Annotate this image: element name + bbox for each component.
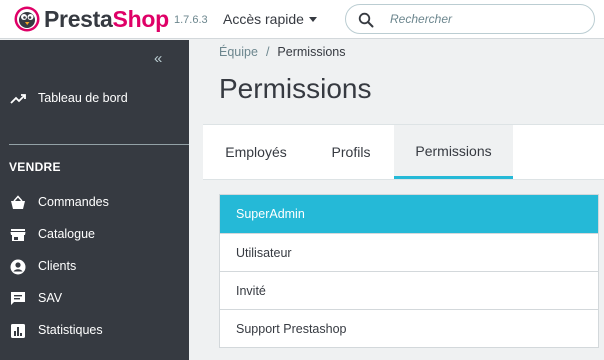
sidebar-item-statistics[interactable]: Statistiques	[0, 320, 189, 342]
breadcrumb-parent-link[interactable]: Équipe	[219, 45, 258, 59]
sidebar-item-customer-service[interactable]: SAV	[0, 288, 189, 310]
sidebar-item-dashboard[interactable]: Tableau de bord	[0, 88, 189, 110]
sidebar-section-title: VENDRE	[9, 160, 61, 174]
tab-label: Profils	[331, 144, 371, 160]
brand-name[interactable]: PrestaShop	[44, 6, 169, 32]
list-item[interactable]: SuperAdmin	[220, 195, 598, 233]
sidebar: « Tableau de bord VENDRE Commandes Catal…	[0, 40, 189, 360]
top-header: PrestaShop 1.7.6.3 Accès rapide	[0, 0, 604, 39]
tab-label: Employés	[225, 144, 287, 160]
sidebar-item-customers[interactable]: Clients	[0, 256, 189, 278]
prestashop-logo-icon[interactable]	[14, 6, 40, 32]
quick-access-label: Accès rapide	[223, 11, 304, 27]
list-item[interactable]: Utilisateur	[220, 233, 598, 271]
list-item[interactable]: Support Prestashop	[220, 309, 598, 347]
version-label: 1.7.6.3	[174, 14, 208, 26]
sidebar-item-label: Clients	[38, 259, 77, 273]
quick-access-dropdown[interactable]: Accès rapide	[223, 11, 317, 27]
content-gutter	[189, 40, 203, 360]
chat-icon	[11, 292, 25, 305]
search-icon[interactable]	[358, 12, 374, 28]
collapse-sidebar-icon[interactable]: «	[154, 51, 162, 66]
chevron-down-icon	[308, 17, 317, 22]
profile-list: SuperAdmin Utilisateur Invité Support Pr…	[219, 194, 599, 348]
bar-chart-icon	[11, 324, 25, 338]
sidebar-item-label: Catalogue	[38, 227, 95, 241]
store-icon	[10, 229, 26, 241]
tab-profiles[interactable]: Profils	[309, 125, 393, 179]
tab-permissions[interactable]: Permissions	[394, 125, 513, 179]
page-header: Équipe / Permissions Permissions	[203, 40, 604, 124]
main-content: SuperAdmin Utilisateur Invité Support Pr…	[203, 180, 604, 360]
list-item[interactable]: Invité	[220, 271, 598, 309]
brand-shop: Shop	[112, 6, 170, 32]
sidebar-item-label: Commandes	[38, 195, 109, 209]
sidebar-item-label: Statistiques	[38, 323, 103, 337]
tab-bar: Employés Profils Permissions	[203, 124, 604, 180]
search-input[interactable]	[390, 10, 580, 28]
account-circle-icon	[10, 259, 26, 275]
sidebar-item-label: SAV	[38, 291, 63, 305]
trending-up-icon	[10, 94, 26, 104]
tab-employees[interactable]: Employés	[203, 125, 309, 179]
basket-icon	[11, 195, 25, 209]
breadcrumb-separator: /	[265, 45, 270, 59]
brand-presta: Presta	[44, 6, 113, 32]
sidebar-item-label: Tableau de bord	[38, 91, 128, 105]
page-title: Permissions	[219, 73, 372, 104]
search-box[interactable]	[345, 4, 595, 34]
tab-label: Permissions	[415, 143, 492, 159]
sidebar-item-catalog[interactable]: Catalogue	[0, 224, 189, 246]
sidebar-item-orders[interactable]: Commandes	[0, 192, 189, 214]
breadcrumb-current: Permissions	[277, 45, 346, 59]
sidebar-divider	[9, 144, 189, 145]
breadcrumb: Équipe / Permissions	[219, 45, 346, 59]
